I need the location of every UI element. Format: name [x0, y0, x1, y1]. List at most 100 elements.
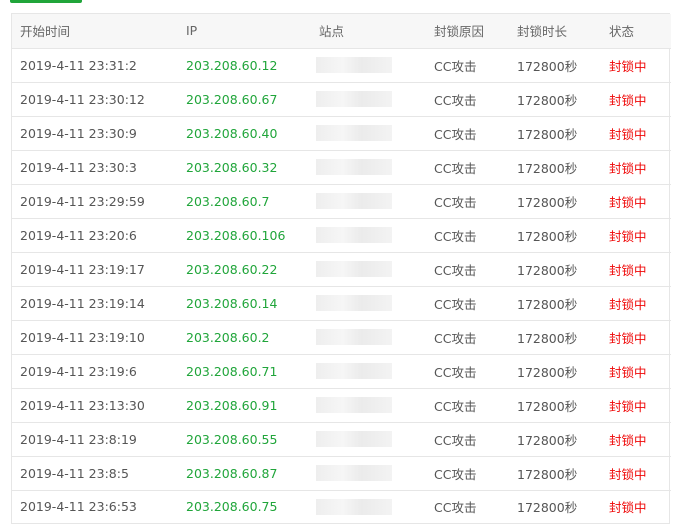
table-row[interactable]: 2019-4-11 23:29:59 203.208.60.7 CC攻击 172800…: [12, 184, 671, 219]
cell-start-time: 2019-4-11 23:8:5: [12, 456, 178, 491]
cell-duration: 172800秒: [509, 82, 601, 117]
cell-ip: 203.208.60.71: [178, 354, 311, 389]
blocked-ip-table: 开始时间 IP 站点 封锁原因 封锁时长 状态 2019-4-11 23:31:…: [12, 14, 671, 523]
table-row[interactable]: 2019-4-11 23:19:14 203.208.60.14 CC攻击 17280…: [12, 286, 671, 321]
cell-reason: CC攻击: [426, 184, 509, 219]
cell-duration: 172800秒: [509, 116, 601, 151]
column-header-duration[interactable]: 封锁时长: [509, 14, 601, 49]
redacted-site-mask: [316, 261, 392, 277]
cell-duration: 172800秒: [509, 48, 601, 83]
cell-start-time: 2019-4-11 23:13:30: [12, 388, 178, 423]
cell-status: 封锁中: [601, 388, 671, 423]
cell-start-time: 2019-4-11 23:30:3: [12, 150, 178, 185]
cell-duration: 172800秒: [517, 500, 578, 516]
cell-start-time: 2019-4-11 23:6:53: [20, 499, 137, 515]
cell-site: [311, 456, 426, 491]
table-row[interactable]: 2019-4-11 23:19:6 203.208.60.71 CC攻击 172800…: [12, 354, 671, 389]
redacted-site-mask: [316, 397, 392, 413]
column-header-ip[interactable]: IP: [178, 14, 311, 49]
cell-site: [311, 286, 426, 321]
cell-status: 封锁中: [601, 82, 671, 117]
table-row[interactable]: 2019-4-11 23:30:12 203.208.60.67 CC攻击 17280…: [12, 82, 671, 117]
cell-site: [311, 48, 426, 83]
cell-ip: 203.208.60.22: [178, 252, 311, 287]
table-row[interactable]: 2019-4-11 23:6:53 203.208.60.75 CC攻击 172800…: [12, 490, 671, 523]
cell-status: 封锁中: [609, 500, 647, 516]
table-row[interactable]: 2019-4-11 23:30:9 203.208.60.40 CC攻击 172800…: [12, 116, 671, 151]
table-row[interactable]: 2019-4-11 23:19:17 203.208.60.22 CC攻击 17280…: [12, 252, 671, 287]
cell-site: [311, 82, 426, 117]
cell-reason: CC攻击: [426, 354, 509, 389]
column-header-reason[interactable]: 封锁原因: [426, 14, 509, 49]
cell-start-time: 2019-4-11 23:30:9: [12, 116, 178, 151]
redacted-site-mask: [316, 193, 392, 209]
cell-site: [311, 320, 426, 355]
cell-reason: CC攻击: [426, 218, 509, 253]
cell-status: 封锁中: [601, 456, 671, 491]
cell-duration: 172800秒: [509, 252, 601, 287]
cell-start-time: 2019-4-11 23:20:6: [12, 218, 178, 253]
table-row[interactable]: 2019-4-11 23:31:2 203.208.60.12 CC攻击 172800…: [12, 48, 671, 83]
redacted-site-mask: [316, 329, 392, 345]
cell-ip: 203.208.60.67: [178, 82, 311, 117]
cell-ip: 203.208.60.106: [178, 218, 311, 253]
cell-duration: 172800秒: [509, 354, 601, 389]
table-header: 开始时间 IP 站点 封锁原因 封锁时长 状态: [12, 14, 671, 49]
cell-duration: 172800秒: [509, 286, 601, 321]
cell-reason: CC攻击: [426, 320, 509, 355]
cell-reason: CC攻击: [426, 48, 509, 83]
cell-reason: CC攻击: [426, 422, 509, 457]
cell-status: 封锁中: [601, 116, 671, 151]
redacted-site-mask: [316, 498, 392, 515]
cell-reason: CC攻击: [426, 456, 509, 491]
redacted-site-mask: [316, 57, 392, 73]
cell-reason: CC攻击: [426, 252, 509, 287]
cell-duration: 172800秒: [509, 150, 601, 185]
cell-site: [311, 150, 426, 185]
table-body: 2019-4-11 23:31:2 203.208.60.12 CC攻击 172800…: [12, 48, 671, 523]
cell-duration: 172800秒: [509, 456, 601, 491]
cell-status: 封锁中: [601, 150, 671, 185]
cell-start-time: 2019-4-11 23:30:12: [12, 82, 178, 117]
active-tab-indicator[interactable]: [10, 0, 82, 3]
column-header-site[interactable]: 站点: [311, 14, 426, 49]
cell-status: 封锁中: [601, 320, 671, 355]
table-header-row: 开始时间 IP 站点 封锁原因 封锁时长 状态: [12, 14, 671, 49]
cell-status: 封锁中: [601, 218, 671, 253]
table-row[interactable]: 2019-4-11 23:20:6 203.208.60.106 CC攻击 17280…: [12, 218, 671, 253]
cell-start-time: 2019-4-11 23:19:6: [12, 354, 178, 389]
redacted-site-mask: [316, 363, 392, 379]
cell-duration: 172800秒: [509, 422, 601, 457]
cell-site: [311, 116, 426, 151]
cell-status: 封锁中: [601, 252, 671, 287]
redacted-site-mask: [316, 159, 392, 175]
cell-duration: 172800秒: [509, 320, 601, 355]
redacted-site-mask: [316, 91, 392, 107]
cell-reason: CC攻击: [426, 286, 509, 321]
cell-duration: 172800秒: [509, 388, 601, 423]
cell-ip: 203.208.60.2: [178, 320, 311, 355]
cell-site: [311, 422, 426, 457]
column-header-start-time[interactable]: 开始时间: [12, 14, 178, 49]
table-row[interactable]: 2019-4-11 23:13:30 203.208.60.91 CC攻击 17280…: [12, 388, 671, 423]
cell-start-time: 2019-4-11 23:29:59: [12, 184, 178, 219]
table-row[interactable]: 2019-4-11 23:19:10 203.208.60.2 CC攻击 172800…: [12, 320, 671, 355]
cell-ip: 203.208.60.40: [178, 116, 311, 151]
table-row[interactable]: 2019-4-11 23:8:5 203.208.60.87 CC攻击 172800秒…: [12, 456, 671, 491]
cell-start-time: 2019-4-11 23:8:19: [12, 422, 178, 457]
cell-site: [311, 252, 426, 287]
cell-ip: 203.208.60.75: [186, 499, 278, 515]
redacted-site-mask: [316, 227, 392, 243]
cell-start-time: 2019-4-11 23:19:17: [12, 252, 178, 287]
cell-status: 封锁中: [601, 354, 671, 389]
cell-reason: CC攻击: [426, 116, 509, 151]
column-header-status[interactable]: 状态: [601, 14, 671, 49]
table-row[interactable]: 2019-4-11 23:30:3 203.208.60.32 CC攻击 172800…: [12, 150, 671, 185]
table-row[interactable]: 2019-4-11 23:8:19 203.208.60.55 CC攻击 172800…: [12, 422, 671, 457]
cell-start-time: 2019-4-11 23:31:2: [12, 48, 178, 83]
cell-duration: 172800秒: [509, 218, 601, 253]
cell-ip: 203.208.60.7: [178, 184, 311, 219]
cell-duration: 172800秒: [509, 184, 601, 219]
cell-site: [311, 354, 426, 389]
cell-site: [311, 218, 426, 253]
